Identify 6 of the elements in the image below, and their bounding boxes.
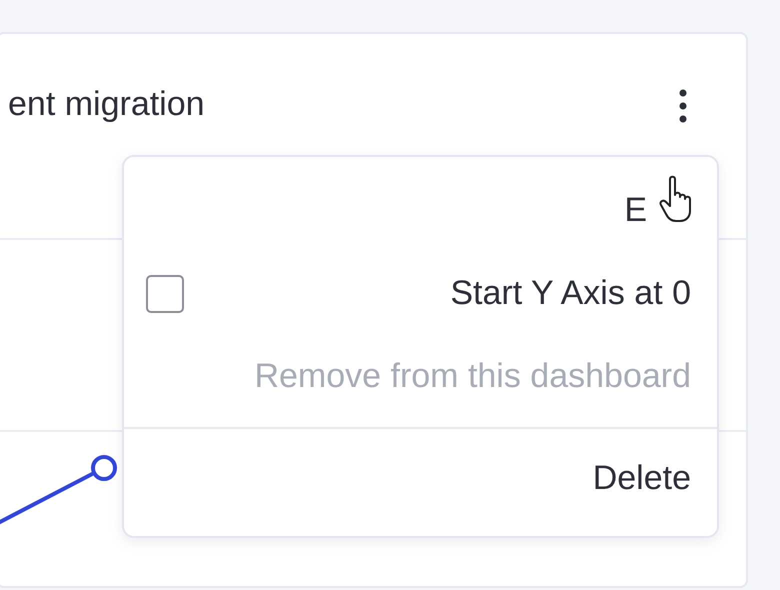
menu-item[interactable]: Start Y Axis at 0 <box>450 273 691 314</box>
menu-item[interactable]: Delete <box>592 458 691 499</box>
more-options-icon[interactable] <box>678 88 688 124</box>
menu-item[interactable]: E <box>624 190 647 231</box>
checkbox[interactable] <box>146 274 184 312</box>
card-title: ent migration <box>8 86 205 124</box>
